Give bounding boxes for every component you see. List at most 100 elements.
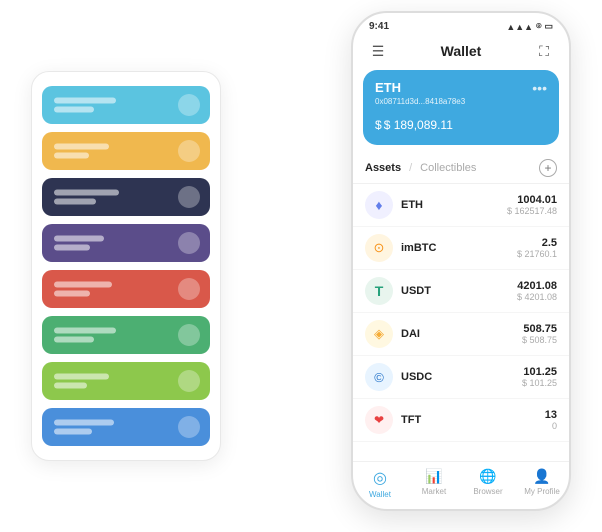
nav-profile[interactable]: 👤 My Profile [515,468,569,499]
tft-usd: 0 [545,421,557,431]
imbtc-amount: 2.5 [517,237,557,249]
signal-icon: ▲▲▲ [506,22,533,32]
card-line [54,190,119,196]
tab-assets[interactable]: Assets [365,162,401,174]
asset-list: ♦ ETH 1004.01 $ 162517.48 ⊙ imBTC 2.5 $ … [353,184,569,461]
assets-tabs: Assets / Collectibles + [353,155,569,184]
currency-symbol: $ [375,118,382,132]
card-icon [178,94,200,116]
card-line [54,236,104,242]
card-line [54,374,109,380]
nav-browser[interactable]: 🌐 Browser [461,468,515,499]
add-asset-button[interactable]: + [539,159,557,177]
card-line [54,420,114,426]
card-line [54,291,90,297]
usdc-icon: © [365,363,393,391]
card-line [54,282,112,288]
browser-nav-icon: 🌐 [479,468,496,485]
status-icons: ▲▲▲ ⌾ ▭ [506,21,553,32]
card-icon [178,324,200,346]
asset-amounts-tft: 13 0 [545,409,557,431]
phone-header: ☰ Wallet ⛶ [353,36,569,70]
asset-row-tft[interactable]: ❤ TFT 13 0 [353,399,569,442]
dai-icon: ◈ [365,320,393,348]
dai-usd: $ 508.75 [522,335,557,345]
asset-amounts-eth: 1004.01 $ 162517.48 [507,194,557,216]
asset-row-dai[interactable]: ◈ DAI 508.75 $ 508.75 [353,313,569,356]
usdt-usd: $ 4201.08 [517,292,557,302]
card-icon [178,186,200,208]
wallet-nav-label: Wallet [369,490,391,499]
card-line [54,199,96,205]
bottom-nav: ◎ Wallet 📊 Market 🌐 Browser 👤 My Profile [353,461,569,509]
asset-name-usdc: USDC [401,371,522,383]
card-line [54,153,89,159]
eth-usd: $ 162517.48 [507,206,557,216]
asset-row-usdc[interactable]: © USDC 101.25 $ 101.25 [353,356,569,399]
card-line [54,383,87,389]
asset-name-tft: TFT [401,414,545,426]
card-item-2[interactable] [42,132,210,170]
page-title: Wallet [441,43,482,59]
tft-icon: ❤ [365,406,393,434]
asset-amounts-dai: 508.75 $ 508.75 [522,323,557,345]
card-icon [178,140,200,162]
imbtc-usd: $ 21760.1 [517,249,557,259]
wallet-nav-icon: ◎ [373,468,387,488]
usdt-icon: T [365,277,393,305]
card-line [54,144,109,150]
usdt-amount: 4201.08 [517,280,557,292]
nav-market[interactable]: 📊 Market [407,468,461,499]
card-item-8[interactable] [42,408,210,446]
card-item-5[interactable] [42,270,210,308]
card-line [54,328,116,334]
status-bar: 9:41 ▲▲▲ ⌾ ▭ [353,13,569,36]
usdc-usd: $ 101.25 [522,378,557,388]
eth-icon: ♦ [365,191,393,219]
asset-amounts-usdt: 4201.08 $ 4201.08 [517,280,557,302]
status-time: 9:41 [369,21,389,32]
dai-amount: 508.75 [522,323,557,335]
card-icon [178,416,200,438]
card-item-3[interactable] [42,178,210,216]
tab-group: Assets / Collectibles [365,162,476,174]
eth-card[interactable]: ••• ETH 0x08711d3d...8418a78e3 $$ 189,08… [363,70,559,145]
market-nav-label: Market [422,487,446,496]
menu-icon[interactable]: ☰ [367,40,389,62]
asset-name-usdt: USDT [401,285,517,297]
more-options-icon[interactable]: ••• [532,80,547,96]
profile-nav-icon: 👤 [533,468,550,485]
card-icon [178,370,200,392]
asset-row-usdt[interactable]: T USDT 4201.08 $ 4201.08 [353,270,569,313]
card-item-1[interactable] [42,86,210,124]
card-line [54,429,92,435]
card-line [54,337,94,343]
eth-amount: 1004.01 [507,194,557,206]
card-stack [31,71,221,461]
eth-card-title: ETH [375,80,547,95]
wifi-icon: ⌾ [536,21,541,32]
card-icon [178,232,200,254]
card-line [54,98,116,104]
nav-wallet[interactable]: ◎ Wallet [353,468,407,499]
card-item-6[interactable] [42,316,210,354]
asset-row-eth[interactable]: ♦ ETH 1004.01 $ 162517.48 [353,184,569,227]
tab-collectibles[interactable]: Collectibles [420,162,476,174]
asset-amounts-imbtc: 2.5 $ 21760.1 [517,237,557,259]
market-nav-icon: 📊 [425,468,442,485]
profile-nav-label: My Profile [524,487,560,496]
card-item-7[interactable] [42,362,210,400]
expand-icon[interactable]: ⛶ [533,40,555,62]
asset-name-dai: DAI [401,328,522,340]
phone-mockup: 9:41 ▲▲▲ ⌾ ▭ ☰ Wallet ⛶ ••• ETH 0x08711d… [351,11,571,511]
eth-card-amount: $$ 189,089.11 [375,112,547,135]
imbtc-icon: ⊙ [365,234,393,262]
asset-name-imbtc: imBTC [401,242,517,254]
card-icon [178,278,200,300]
browser-nav-label: Browser [473,487,502,496]
eth-card-address: 0x08711d3d...8418a78e3 [375,97,547,106]
asset-row-imbtc[interactable]: ⊙ imBTC 2.5 $ 21760.1 [353,227,569,270]
card-line [54,245,90,251]
asset-amounts-usdc: 101.25 $ 101.25 [522,366,557,388]
card-item-4[interactable] [42,224,210,262]
